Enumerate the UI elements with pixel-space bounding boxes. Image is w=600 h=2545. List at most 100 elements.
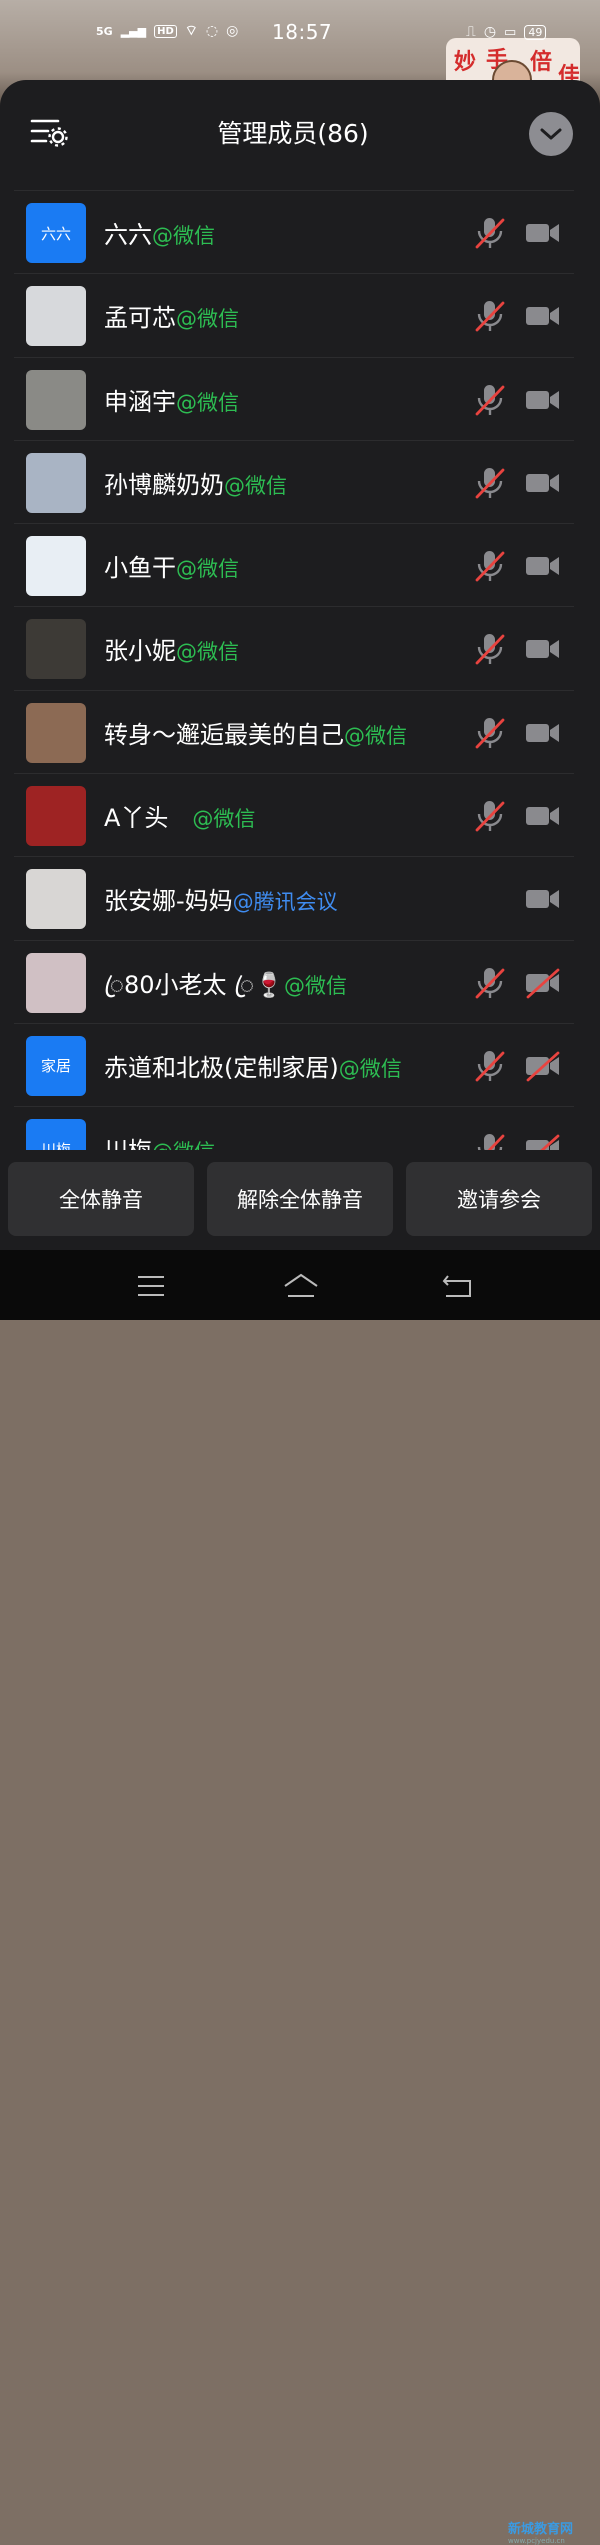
member-row[interactable]: A丫头 @微信 <box>14 773 574 856</box>
member-row[interactable]: 六六 六六@微信 <box>14 190 574 273</box>
mic-muted-icon[interactable] <box>472 965 508 1001</box>
mic-muted-icon[interactable] <box>472 548 508 584</box>
member-name: 川梅 <box>104 1137 152 1150</box>
watermark-text: 新城教育网 <box>508 2522 574 2537</box>
member-avatar <box>26 952 86 1013</box>
mic-muted-icon[interactable] <box>472 465 508 501</box>
member-row[interactable]: 转身～邂逅最美的自己@微信 <box>14 689 574 773</box>
member-source-tag: @腾讯会议 <box>232 890 338 915</box>
member-row[interactable]: 张小妮@微信 <box>14 606 574 689</box>
member-source-tag: @微信 <box>284 973 347 998</box>
member-avatar <box>26 536 86 597</box>
member-row[interactable]: 川梅川梅@微信 <box>14 1106 574 1150</box>
member-row[interactable]: 家居 赤道和北极(定制家居)@微信 <box>14 1022 574 1106</box>
member-source-tag: @微信 <box>176 640 239 665</box>
mic-muted-icon[interactable] <box>472 215 508 251</box>
menu-icon[interactable] <box>134 1272 168 1300</box>
member-name-line: 转身～邂逅最美的自己@微信 <box>104 715 407 750</box>
watermark-url: www.pcjyedu.cn <box>508 2537 565 2545</box>
member-avatar <box>26 702 86 763</box>
member-source-tag: @微信 <box>344 723 407 748</box>
camera-off-icon[interactable] <box>524 1050 562 1082</box>
member-source-tag: @微信 <box>176 390 239 415</box>
camera-icon[interactable] <box>524 550 562 582</box>
sheet-header: 管理成员(86) <box>0 80 600 190</box>
clock: 18:57 <box>272 20 333 44</box>
member-row[interactable]: ꦿ80小老太 ꦿ🍷@微信 <box>14 939 574 1023</box>
member-row[interactable]: 申涵宇@微信 <box>14 356 574 440</box>
wifi-icon: ⌔ <box>184 23 198 39</box>
member-name: 赤道和北极(定制家居) <box>104 1053 339 1082</box>
member-avatar <box>26 786 86 847</box>
page-title: 管理成员(86) <box>217 119 369 148</box>
member-avatar <box>26 286 86 347</box>
member-row[interactable]: 孟可芯@微信 <box>14 273 574 356</box>
camera-icon[interactable] <box>524 467 562 499</box>
home-icon[interactable] <box>282 1272 320 1300</box>
member-name-line: A丫头 @微信 <box>104 798 255 833</box>
member-source-tag: @微信 <box>224 473 287 498</box>
member-row[interactable]: 孙博麟奶奶@微信 <box>14 439 574 523</box>
camera-icon[interactable] <box>524 717 562 749</box>
mic-muted-icon[interactable] <box>472 298 508 334</box>
mute-all-button[interactable]: 全体静音 <box>8 1162 194 1236</box>
collapse-button[interactable] <box>529 112 573 156</box>
member-name: 转身～邂逅最美的自己 <box>104 720 344 749</box>
signal-icon: ▂▄▆ <box>120 24 147 38</box>
camera-icon[interactable] <box>524 883 562 915</box>
camera-off-icon[interactable] <box>524 967 562 999</box>
member-name: ꦿ80小老太 ꦿ🍷 <box>104 970 284 999</box>
member-name-line: 孙博麟奶奶@微信 <box>104 465 287 500</box>
network-indicator: 5G <box>96 24 113 38</box>
mic-muted-icon[interactable] <box>472 1048 508 1084</box>
member-name-line: 赤道和北极(定制家居)@微信 <box>104 1048 402 1083</box>
back-icon[interactable] <box>440 1272 474 1300</box>
member-name: A丫头 <box>104 804 193 833</box>
app-icon: ◎ <box>226 23 239 39</box>
action-bar: 全体静音 解除全体静音 邀请参会 <box>0 1150 600 1250</box>
camera-icon[interactable] <box>524 800 562 832</box>
member-name-line: 孟可芯@微信 <box>104 298 239 333</box>
member-source-tag: @微信 <box>152 224 215 248</box>
hd-badge: HD <box>154 24 177 38</box>
watermark: 新城教育网 www.pcjyedu.cn <box>508 2518 573 2545</box>
member-name-line: 张小妮@微信 <box>104 631 239 666</box>
camera-off-icon[interactable] <box>524 1133 562 1150</box>
system-nav-bar: 新城教育网 www.pcjyedu.cn <box>0 1250 600 2545</box>
member-name: 六六 <box>104 221 152 249</box>
mic-muted-icon[interactable] <box>472 798 508 834</box>
member-name: 张安娜-妈妈 <box>104 887 233 916</box>
camera-icon[interactable] <box>524 633 562 665</box>
mic-muted-icon[interactable] <box>472 1131 508 1150</box>
member-name: 孟可芯 <box>104 304 176 333</box>
member-avatar <box>26 619 86 680</box>
member-avatar <box>26 452 86 513</box>
mic-muted-icon[interactable] <box>472 715 508 751</box>
member-avatar <box>26 869 86 930</box>
status-bar: 5G ▂▄▆ HD ⌔ ◌ ◎ 18:57 ⎍ ◷ ▭ 49 <box>0 18 600 58</box>
camera-icon[interactable] <box>524 384 562 416</box>
lock-icon: ▭ <box>504 24 517 40</box>
invite-button[interactable]: 邀请参会 <box>406 1162 592 1236</box>
member-row[interactable]: 张安娜-妈妈@腾讯会议 <box>14 856 574 939</box>
wechat-icon: ◌ <box>205 23 219 39</box>
camera-icon[interactable] <box>524 300 562 332</box>
member-avatar: 川梅 <box>26 1119 86 1150</box>
member-source-tag: @微信 <box>152 1140 215 1150</box>
unmute-all-button[interactable]: 解除全体静音 <box>207 1162 393 1236</box>
member-avatar <box>26 369 86 430</box>
mic-muted-icon[interactable] <box>472 631 508 667</box>
manage-members-sheet: 管理成员(86) 六六 六六@微信 孟可芯@微信 申涵宇@微信 孙博麟奶奶@微信… <box>0 80 600 1320</box>
chevron-down-icon <box>540 128 562 140</box>
mic-status-icon: ⎍ <box>466 24 476 40</box>
alarm-icon: ◷ <box>483 24 497 40</box>
member-row[interactable]: 小鱼干@微信 <box>14 523 574 606</box>
camera-icon[interactable] <box>524 217 562 249</box>
mic-muted-icon[interactable] <box>472 382 508 418</box>
member-source-tag: @微信 <box>338 1056 402 1081</box>
member-name-line: 六六@微信 <box>104 215 215 250</box>
member-list[interactable]: 六六 六六@微信 孟可芯@微信 申涵宇@微信 孙博麟奶奶@微信 小鱼干@微信 张… <box>14 190 574 1150</box>
member-name: 小鱼干 <box>104 554 176 583</box>
member-name: 申涵宇 <box>104 387 176 416</box>
member-source-tag: @微信 <box>176 557 239 582</box>
